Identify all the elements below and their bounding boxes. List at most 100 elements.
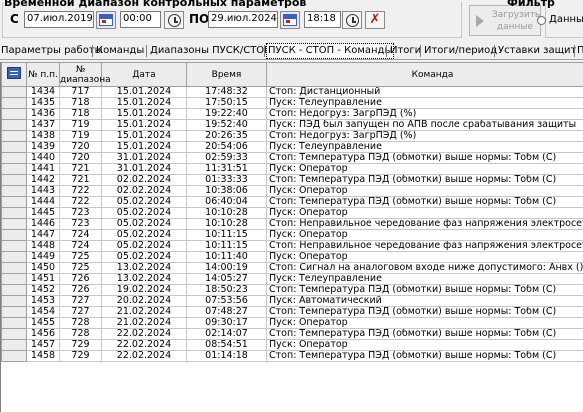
cell-range-number: 729 [59,339,102,351]
row-selector[interactable] [1,328,27,340]
from-label: С [10,12,19,26]
row-selector[interactable] [1,174,27,186]
row-selector[interactable] [1,97,27,109]
table-row[interactable]: 1450 725 13.02.2024 14:00:19 Стоп: Сигнал на… [1,262,583,274]
table-row[interactable]: 1440 720 31.01.2024 02:59:33 Стоп: Температу… [1,152,583,164]
cell-time: 18:50:23 [186,284,267,296]
row-selector[interactable] [1,229,27,241]
clear-x-button[interactable]: ✗ [365,11,385,29]
row-selector[interactable] [1,273,27,285]
row-selector[interactable] [1,262,27,274]
load-data-label: Загрузить данные [492,10,541,32]
table-row[interactable]: 1456 728 22.02.2024 02:14:07 Стоп: Температу… [1,328,583,340]
tab-totals[interactable]: Итоги [389,44,422,59]
table-row[interactable]: 1434 717 15.01.2024 17:48:32 Стоп: Дистанцио… [1,86,583,98]
table-row[interactable]: 1457 729 22.02.2024 08:54:51 Пуск: Оператор [1,339,583,351]
from-date-field[interactable]: 07.июл.2019 [24,11,94,28]
row-selector[interactable] [1,251,27,263]
table-row[interactable]: 1437 719 15.01.2024 19:52:40 Пуск: ПЭД был з… [1,119,583,131]
col-header-row-number[interactable]: № п.п. [26,62,60,87]
grid-settings-cell[interactable] [1,62,27,87]
from-time-field[interactable]: 00:00 [120,11,161,28]
cell-date: 20.02.2024 [101,295,187,307]
table-row[interactable]: 1445 723 05.02.2024 10:10:28 Пуск: Оператор [1,207,583,219]
cell-range-number: 725 [59,262,102,274]
tab-start-stop-ranges[interactable]: Диапазоны ПУСК/СТОП [149,44,273,59]
table-row[interactable]: 1458 729 22.02.2024 01:14:18 Стоп: Температу… [1,350,583,362]
cell-date: 22.02.2024 [101,339,187,351]
from-calendar-button[interactable] [96,11,116,29]
cell-range-number: 720 [59,141,102,153]
row-selector[interactable] [1,108,27,120]
cell-date: 05.02.2024 [101,196,187,208]
row-selector[interactable] [1,284,27,296]
row-selector[interactable] [1,218,27,230]
load-data-button[interactable]: Загрузить данные [469,5,541,36]
grid-settings-icon [7,67,21,79]
table-row[interactable]: 1453 727 20.02.2024 07:53:56 Пуск: Автоматич… [1,295,583,307]
cell-range-number: 723 [59,218,102,230]
row-selector[interactable] [1,295,27,307]
table-row[interactable]: 1455 728 21.02.2024 09:30:17 Пуск: Оператор [1,317,583,329]
from-clock-button[interactable] [164,11,184,29]
to-date-field[interactable]: 29.июл.2024 [208,11,278,28]
row-selector[interactable] [1,119,27,131]
row-selector[interactable] [1,306,27,318]
cell-range-number: 721 [59,174,102,186]
tab-totals-period[interactable]: Итоги/период [423,44,498,59]
to-time-field[interactable]: 18:18 [304,11,341,28]
col-header-range-number[interactable]: № диапазона [59,62,111,87]
cell-command: Пуск: Телеуправление [266,97,583,109]
table-header-row: № п.п. № диапазона Дата Время Команда [1,62,583,87]
cell-range-number: 719 [59,119,102,131]
row-selector[interactable] [1,240,27,252]
table-row[interactable]: 1441 721 31.01.2024 11:31:51 Пуск: Оператор [1,163,583,175]
tab-more[interactable]: П [576,44,583,59]
cell-command: Пуск: Оператор [266,339,583,351]
row-selector[interactable] [1,141,27,153]
to-calendar-button[interactable] [280,11,300,29]
cell-date: 05.02.2024 [101,240,187,252]
cell-command: Стоп: Температура ПЭД (обмотки) выше нор… [266,328,583,340]
table-row[interactable]: 1449 725 05.02.2024 10:11:40 Пуск: Оператор [1,251,583,263]
tab-commands[interactable]: Команды [95,44,145,59]
tab-start-stop-commands[interactable]: ПУСК - СТОП - Команды [266,43,395,59]
commands-grid[interactable]: № п.п. № диапазона Дата Время Команда 14… [0,62,583,412]
table-row[interactable]: 1446 723 05.02.2024 10:10:28 Стоп: Неправиль… [1,218,583,230]
row-selector[interactable] [1,152,27,164]
table-row[interactable]: 1444 722 05.02.2024 06:40:04 Стоп: Температу… [1,196,583,208]
row-selector[interactable] [1,339,27,351]
table-row[interactable]: 1436 718 15.01.2024 19:22:40 Стоп: Недогруз:… [1,108,583,120]
row-selector[interactable] [1,130,27,142]
tab-work-params[interactable]: Параметры работы [0,44,104,59]
to-clock-button[interactable] [342,11,362,29]
table-row[interactable]: 1443 722 02.02.2024 10:38:06 Пуск: Оператор [1,185,583,197]
tab-protection-settings[interactable]: Уставки защит [497,44,577,59]
cell-row-number: 1437 [26,119,60,131]
row-selector[interactable] [1,163,27,175]
row-selector[interactable] [1,86,27,98]
row-selector[interactable] [1,185,27,197]
table-row[interactable]: 1451 726 13.02.2024 14:05:27 Пуск: Телеуправ… [1,273,583,285]
cell-command: Стоп: Сигнал на аналоговом входе ниже до… [266,262,583,274]
row-selector[interactable] [1,350,27,362]
table-row[interactable]: 1439 720 15.01.2024 20:54:06 Пуск: Телеуправ… [1,141,583,153]
table-row[interactable]: 1435 718 15.01.2024 17:50:15 Пуск: Телеуправ… [1,97,583,109]
row-selector[interactable] [1,207,27,219]
cell-command: Стоп: Температура ПЭД (обмотки) выше нор… [266,196,583,208]
table-row[interactable]: 1452 726 19.02.2024 18:50:23 Стоп: Температу… [1,284,583,296]
col-header-time[interactable]: Время [186,62,267,87]
table-row[interactable]: 1438 719 15.01.2024 20:26:35 Стоп: Недогруз:… [1,130,583,142]
table-row[interactable]: 1447 724 05.02.2024 10:11:15 Пуск: Оператор [1,229,583,241]
tab-bar: Параметры работы Команды Диапазоны ПУСК/… [0,43,583,60]
cell-time: 19:22:40 [186,108,267,120]
table-row[interactable]: 1454 727 21.02.2024 07:48:27 Стоп: Температу… [1,306,583,318]
row-selector[interactable] [1,317,27,329]
col-header-date[interactable]: Дата [101,62,187,87]
row-selector[interactable] [1,196,27,208]
cell-time: 10:10:28 [186,207,267,219]
table-row[interactable]: 1448 724 05.02.2024 10:11:15 Стоп: Неправиль… [1,240,583,252]
table-row[interactable]: 1442 721 02.02.2024 01:33:33 Стоп: Температу… [1,174,583,186]
col-header-command[interactable]: Команда [266,62,583,87]
radio-tm-data[interactable] [537,16,546,25]
